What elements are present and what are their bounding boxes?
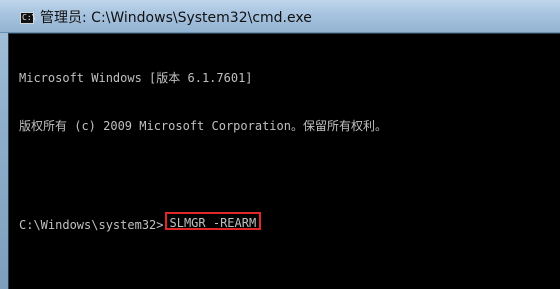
console-area[interactable]: Microsoft Windows [版本 6.1.7601] 版权所有 (c)… bbox=[8, 33, 560, 289]
cmd-icon[interactable]: C:\ bbox=[20, 12, 36, 24]
command-line: C:\Windows\system32> SLMGR -REARM bbox=[19, 212, 552, 232]
highlighted-command: SLMGR -REARM bbox=[164, 212, 262, 230]
console-output: Microsoft Windows [版本 6.1.7601] 版权所有 (c)… bbox=[19, 38, 552, 289]
cmd-window: C:\ 管理员: C:\Windows\System32\cmd.exe Mic… bbox=[0, 0, 560, 289]
command-prompt: C:\Windows\system32> bbox=[19, 218, 164, 232]
window-title: 管理员: C:\Windows\System32\cmd.exe bbox=[40, 10, 312, 26]
console-line-copyright: 版权所有 (c) 2009 Microsoft Corporation。保留所有… bbox=[19, 119, 387, 133]
title-bar[interactable]: C:\ 管理员: C:\Windows\System32\cmd.exe bbox=[0, 0, 560, 33]
console-line-version: Microsoft Windows [版本 6.1.7601] bbox=[19, 71, 253, 85]
